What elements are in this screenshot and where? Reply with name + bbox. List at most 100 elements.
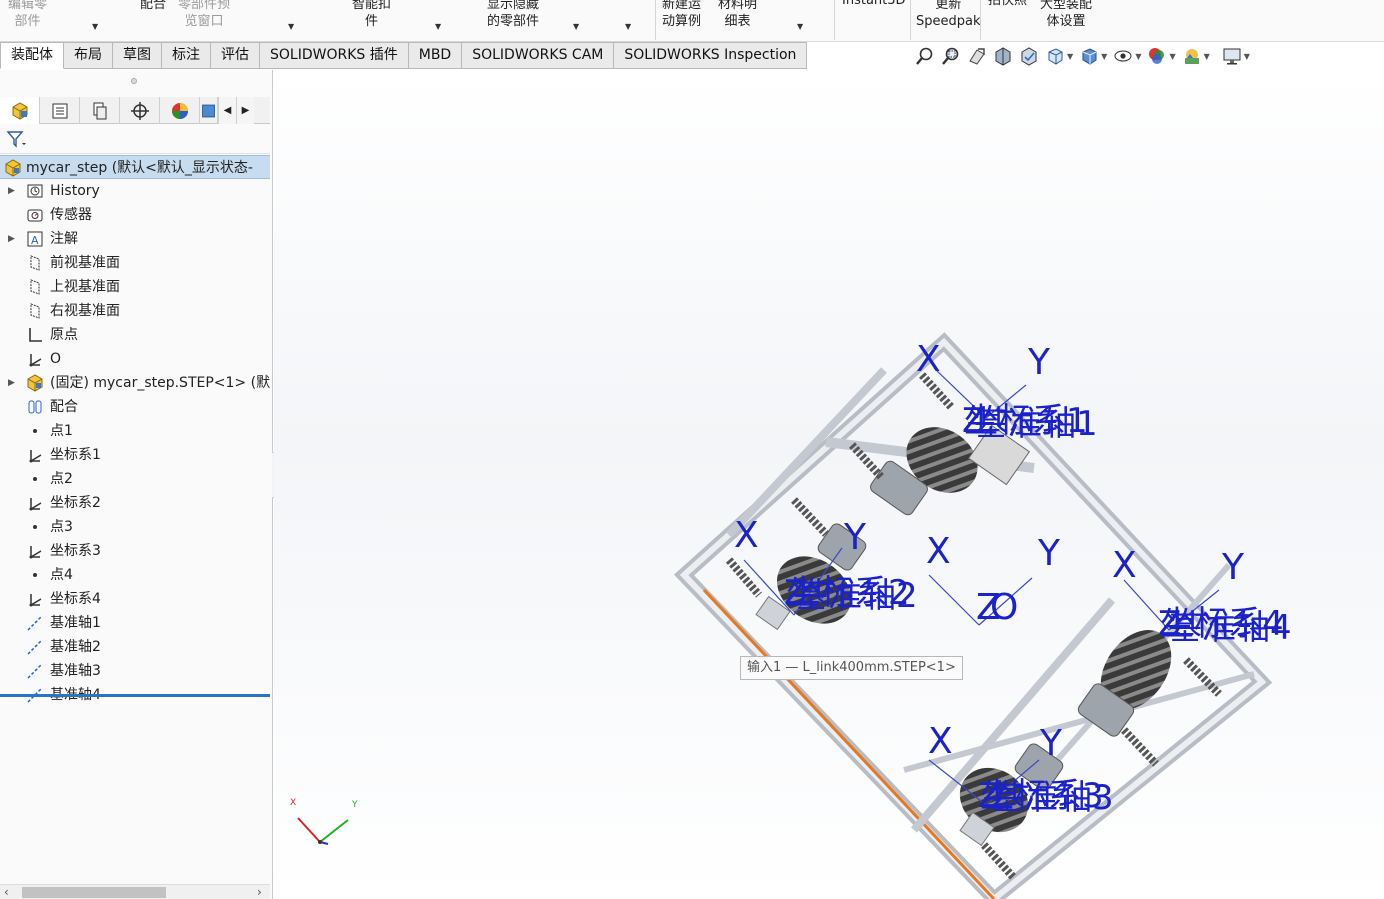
edit-appearance-icon[interactable] (1147, 46, 1167, 66)
tab-displaymanager[interactable] (160, 97, 200, 124)
tree-item[interactable]: 基准轴1 (0, 611, 270, 635)
tree-item[interactable]: ▶ History (0, 179, 270, 203)
tree-item[interactable]: 点3 (0, 515, 270, 539)
cs4-z-label: Z (1158, 604, 1182, 644)
chevron-down-icon[interactable]: ▼ (1169, 52, 1175, 61)
bill-of-materials-button[interactable]: 材料明 细表 (718, 0, 757, 30)
show-hidden-components-button[interactable]: 显示隐藏 的零部件 (487, 0, 539, 30)
chevron-down-icon[interactable]: ▼ (92, 22, 98, 31)
take-snapshot-button[interactable]: 拍快照 (988, 0, 1027, 9)
edit-component-button[interactable]: 编辑零 部件 (8, 0, 47, 30)
chevron-down-icon[interactable]: ▼ (288, 22, 294, 31)
chevron-down-icon[interactable]: ▼ (1101, 52, 1107, 61)
cs3-x-label: X (928, 721, 953, 762)
axis2-name-label: 基准轴2 (794, 576, 918, 616)
dynamic-annotation-icon[interactable] (1019, 46, 1039, 66)
tab-sketch[interactable]: 草图 (113, 42, 162, 69)
chevron-down-icon[interactable]: ▼ (1244, 52, 1250, 61)
tab-dimxpertmanager[interactable] (120, 97, 160, 124)
tree-item[interactable]: 传感器 (0, 203, 270, 227)
simulation-icon (202, 104, 215, 117)
tree-item[interactable]: 坐标系1 (0, 443, 270, 467)
tab-mbd[interactable]: MBD (408, 42, 463, 69)
hide-show-items-icon[interactable] (1113, 46, 1133, 66)
expand-arrow-icon[interactable]: ▶ (8, 227, 15, 251)
tree-item[interactable]: 坐标系4 (0, 587, 270, 611)
view-orientation-icon[interactable] (1045, 46, 1065, 66)
chevron-down-icon[interactable]: ▼ (1135, 52, 1141, 61)
chevron-down-icon[interactable]: ▼ (1067, 52, 1073, 61)
chevron-down-icon[interactable]: ▼ (625, 22, 631, 31)
tab-markup[interactable]: 标注 (162, 42, 211, 69)
tab-configurationmanager[interactable] (80, 97, 120, 124)
rollback-bar[interactable] (0, 694, 270, 697)
tab-evaluate[interactable]: 评估 (211, 42, 260, 69)
chevron-down-icon[interactable]: ▼ (1204, 52, 1210, 61)
tree-item[interactable]: 坐标系3 (0, 539, 270, 563)
new-motion-study-button[interactable]: 新建运 动算例 (662, 0, 701, 30)
assembly-model-render[interactable] (274, 70, 1384, 899)
smart-fasteners-button[interactable]: 智能扣 件 (352, 0, 391, 30)
view-settings-icon[interactable] (1222, 46, 1242, 66)
apply-scene-icon[interactable] (1182, 46, 1202, 66)
tab-scroll-right-button[interactable]: ▶ (236, 97, 254, 124)
tab-assembly[interactable]: 装配体 (0, 42, 64, 69)
chevron-down-icon[interactable]: ▼ (573, 22, 579, 31)
panel-collapse-handle[interactable] (131, 78, 137, 84)
tree-item-label: 点3 (50, 519, 73, 535)
tree-item[interactable]: 点4 (0, 563, 270, 587)
tree-item-label: History (50, 183, 100, 199)
tree-item[interactable]: 点1 (0, 419, 270, 443)
expand-arrow-icon[interactable]: ▶ (8, 371, 15, 395)
filter-icon[interactable] (6, 130, 28, 148)
tree-item[interactable]: 坐标系2 (0, 491, 270, 515)
tree-item-label: 上视基准面 (50, 279, 120, 295)
tab-propertymanager[interactable] (40, 97, 80, 124)
scrollbar-thumb[interactable] (22, 887, 166, 898)
chevron-down-icon[interactable]: ▼ (797, 22, 803, 31)
instant3d-button[interactable]: Instant3D (842, 0, 906, 9)
tree-item[interactable]: 基准轴3 (0, 659, 270, 683)
tree-item[interactable]: ▶ A 注解 (0, 227, 270, 251)
tree-item[interactable]: ▶ (固定) mycar_step.STEP<1> (默 (0, 371, 270, 395)
tree-item[interactable]: 点2 (0, 467, 270, 491)
origin-y-label: Y (1038, 533, 1060, 574)
previous-view-icon[interactable] (967, 46, 987, 66)
tab-solidworks-addins[interactable]: SOLIDWORKS 插件 (260, 42, 409, 69)
tab-layout[interactable]: 布局 (64, 42, 113, 69)
tree-item[interactable]: 配合 (0, 395, 270, 419)
scroll-left-arrow-icon[interactable]: ‹ (4, 885, 9, 899)
tree-item-label: 坐标系3 (50, 543, 101, 559)
tree-item[interactable]: O (0, 347, 270, 371)
update-speedpak-button[interactable]: 更新 Speedpak (916, 0, 981, 30)
tree-root-assembly[interactable]: mycar_step (默认<默认_显示状态- (0, 155, 270, 179)
tab-more[interactable] (200, 97, 218, 124)
triad-x-label: X (290, 798, 297, 808)
tree-item[interactable]: 前视基准面 (0, 251, 270, 275)
tree-item[interactable]: 右视基准面 (0, 299, 270, 323)
crosshair-icon (130, 101, 149, 120)
tab-solidworks-inspection[interactable]: SOLIDWORKS Inspection (614, 42, 808, 69)
tab-scroll-left-button[interactable]: ◀ (218, 97, 236, 124)
scroll-right-arrow-icon[interactable]: › (257, 885, 262, 899)
tree-item[interactable]: 上视基准面 (0, 275, 270, 299)
graphics-area[interactable]: X Y 坐标系1 基准轴1 Z X Y 坐标系2 基准轴2 Z X Y Z O … (274, 70, 1384, 899)
tree-item[interactable]: 原点 (0, 323, 270, 347)
chevron-down-icon[interactable]: ▼ (435, 22, 441, 31)
insert-components-button[interactable]: ▪▪▪ (60, 0, 86, 5)
horizontal-scrollbar[interactable]: ‹ › (0, 884, 270, 899)
tab-featuremanager[interactable] (0, 97, 40, 124)
component-preview-window-button[interactable]: 零部件预 览窗口 (178, 0, 230, 30)
display-style-icon[interactable] (1079, 46, 1099, 66)
part-icon (27, 374, 43, 392)
tree-item-label: 基准轴2 (50, 639, 101, 655)
tab-solidworks-cam[interactable]: SOLIDWORKS CAM (462, 42, 615, 69)
large-assembly-settings-button[interactable]: 大型装配 体设置 (1040, 0, 1092, 30)
expand-arrow-icon[interactable]: ▶ (8, 179, 15, 203)
section-view-icon[interactable] (993, 46, 1013, 66)
zoom-to-fit-icon[interactable] (915, 46, 935, 66)
mate-button[interactable]: 配合 (140, 0, 166, 13)
tree-item[interactable]: 基准轴2 (0, 635, 270, 659)
cs4-x-label: X (1112, 545, 1137, 586)
zoom-to-area-icon[interactable] (941, 46, 961, 66)
